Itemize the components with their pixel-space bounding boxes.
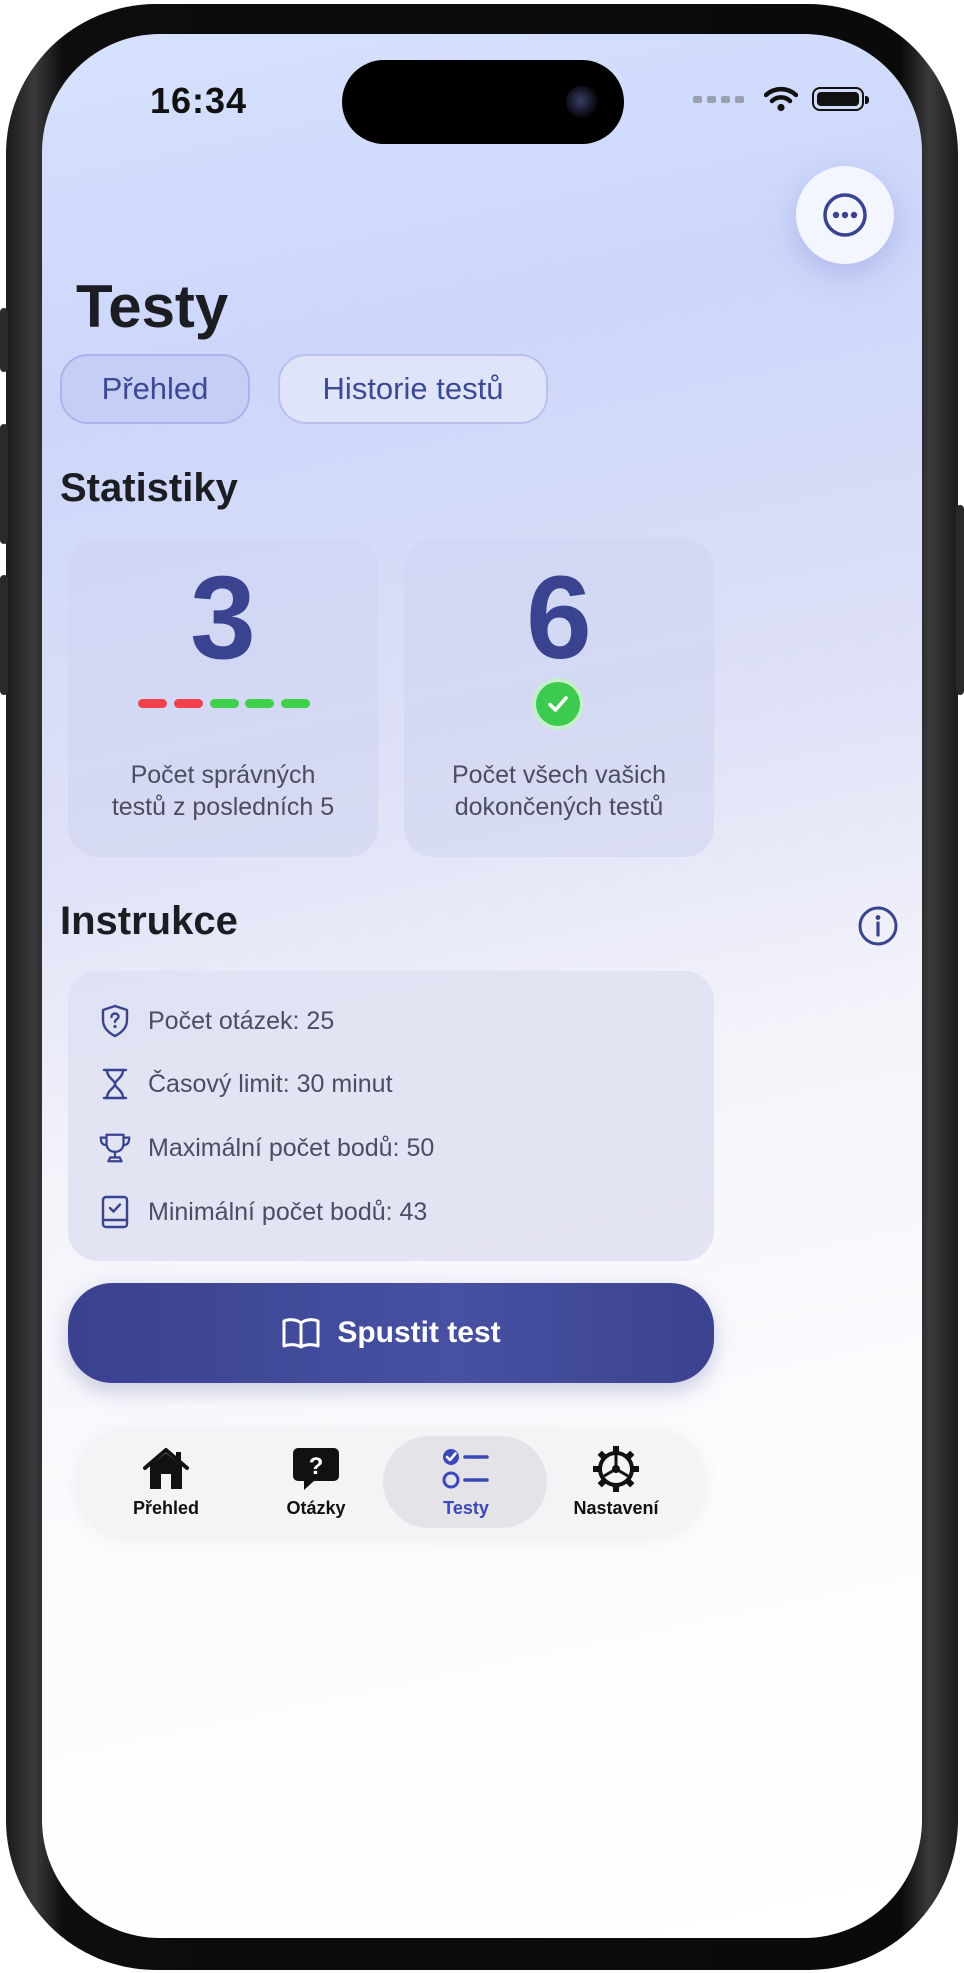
- instructions-title: Instrukce: [60, 899, 238, 943]
- ellipsis-circle-icon: [823, 193, 867, 237]
- tab-prehled[interactable]: Přehled: [106, 1428, 226, 1536]
- question-bubble-icon: ?: [291, 1446, 341, 1492]
- stat-card-correct-tests: 3 Počet správných testů z posledních 5: [68, 539, 378, 857]
- statistics-title: Statistiky: [60, 466, 238, 510]
- more-options-button[interactable]: [796, 166, 894, 264]
- tab-label: Otázky: [286, 1497, 346, 1518]
- volume-up-button: [0, 424, 8, 544]
- tab-bar: Přehled ? Otázky Testy Nastavení: [76, 1428, 706, 1536]
- svg-text:?: ?: [309, 1453, 324, 1480]
- app-screen: 16:34 Testy Přehled Historie testů Stati…: [42, 34, 922, 1938]
- open-book-icon: [282, 1318, 320, 1349]
- list-checklist-icon: [441, 1446, 491, 1492]
- battery-icon: [812, 87, 869, 111]
- stat-label-line: testů z posledních 5: [111, 793, 335, 821]
- shield-question-icon: [98, 1004, 132, 1038]
- stat-label: Počet všech vašich dokončených testů: [414, 759, 704, 823]
- checklist-book-icon: [98, 1195, 132, 1229]
- instruction-min-points: Minimální počet bodů: 43: [98, 1192, 427, 1232]
- checkmark-circle-icon: [536, 682, 580, 726]
- volume-down-button: [0, 575, 8, 695]
- cellular-signal-icon: [693, 95, 744, 103]
- stat-value: 3: [190, 552, 256, 684]
- instruction-max-points: Maximální počet bodů: 50: [98, 1128, 434, 1168]
- tab-nastaveni[interactable]: Nastavení: [556, 1428, 676, 1536]
- wifi-icon: [764, 86, 798, 112]
- result-dash: [138, 699, 167, 708]
- result-dash: [209, 699, 239, 708]
- tab-label: Přehled: [132, 1497, 200, 1518]
- result-dash: [245, 699, 275, 708]
- stat-value: 6: [526, 552, 592, 684]
- instruction-question-count: Počet otázek: 25: [98, 1001, 334, 1041]
- info-button[interactable]: [856, 904, 900, 948]
- result-dash: [173, 699, 203, 708]
- start-test-label: Spustit test: [337, 1316, 501, 1349]
- stat-label: Počet správných testů z posledních 5: [78, 759, 368, 823]
- recent-results-indicator: [138, 699, 310, 708]
- instruction-text: Minimální počet bodů: 43: [148, 1197, 428, 1226]
- stat-label-line: dokončených testů: [454, 793, 664, 821]
- instruction-text: Časový limit: 30 minut: [148, 1069, 393, 1098]
- gear-icon: [591, 1445, 641, 1492]
- trophy-icon: [98, 1131, 132, 1165]
- status-indicators: [693, 86, 869, 112]
- result-dash: [281, 699, 310, 708]
- tab-otazky[interactable]: ? Otázky: [256, 1428, 376, 1536]
- instruction-time-limit: Časový limit: 30 minut: [98, 1064, 393, 1104]
- segment-historie-testu[interactable]: Historie testů: [278, 354, 548, 424]
- power-button: [956, 505, 964, 695]
- camera-icon: [566, 86, 598, 118]
- stat-card-completed-tests: 6 Počet všech vašich dokončených testů: [404, 539, 714, 857]
- dynamic-island: [342, 60, 624, 144]
- instruction-text: Počet otázek: 25: [148, 1006, 335, 1035]
- start-test-button[interactable]: Spustit test: [68, 1283, 714, 1383]
- tab-label: Nastavení: [573, 1497, 659, 1518]
- tab-label: Testy: [443, 1497, 489, 1518]
- hourglass-icon: [98, 1067, 132, 1101]
- stat-label-line: Počet všech vašich: [452, 761, 666, 789]
- instructions-card: Počet otázek: 25 Časový limit: 30 minut …: [68, 971, 714, 1261]
- action-button: [0, 308, 8, 372]
- info-circle-icon: [858, 906, 898, 946]
- house-icon: [141, 1446, 191, 1492]
- stat-label-line: Počet správných: [130, 761, 316, 789]
- page-title: Testy: [76, 273, 229, 340]
- tab-testy[interactable]: Testy: [406, 1428, 526, 1536]
- segment-prehled[interactable]: Přehled: [60, 354, 250, 424]
- instruction-text: Maximální počet bodů: 50: [148, 1133, 435, 1162]
- status-time: 16:34: [150, 80, 248, 121]
